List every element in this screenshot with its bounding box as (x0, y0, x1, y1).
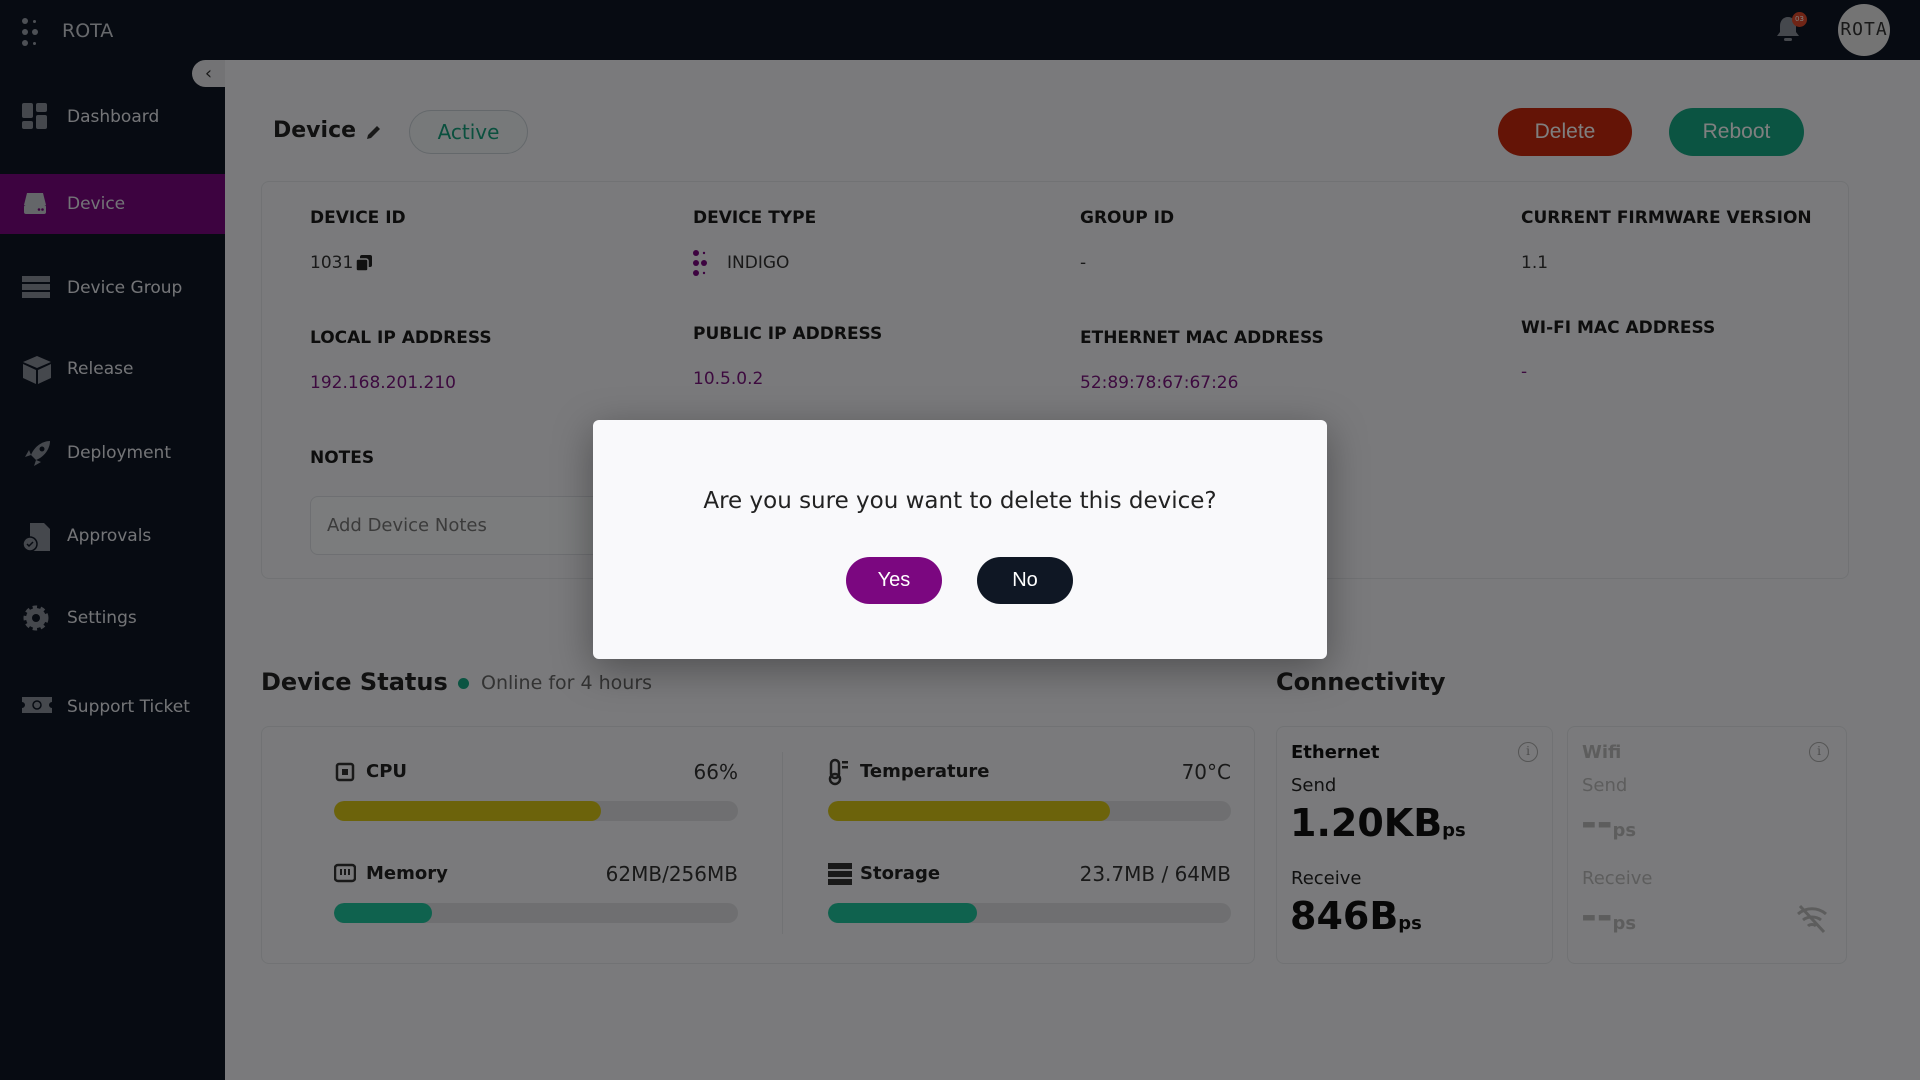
dialog-question: Are you sure you want to delete this dev… (703, 488, 1217, 514)
confirm-yes-button[interactable]: Yes (846, 557, 942, 604)
confirm-no-button[interactable]: No (977, 557, 1073, 604)
delete-confirm-dialog: Are you sure you want to delete this dev… (593, 420, 1327, 659)
